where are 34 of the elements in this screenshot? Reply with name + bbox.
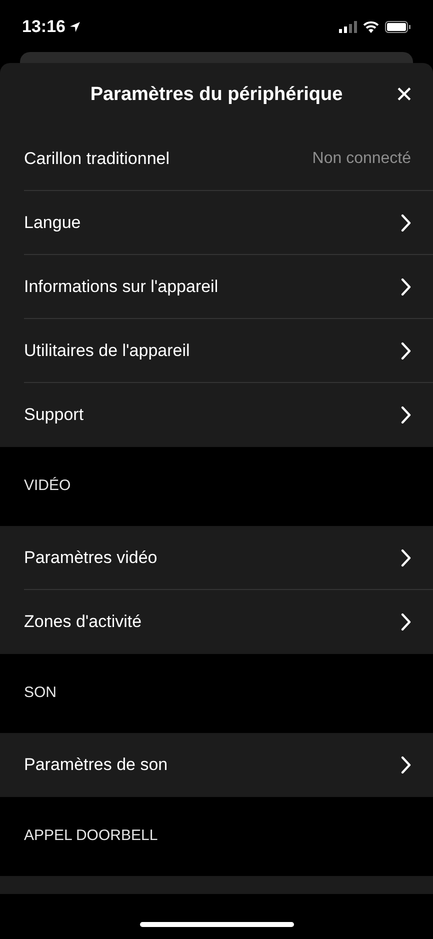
signal-icon: [339, 21, 357, 33]
close-button[interactable]: ✕: [395, 79, 413, 111]
row-label: Carillon traditionnel: [24, 148, 170, 170]
list-row[interactable]: Paramètres vidéo: [0, 526, 433, 590]
location-arrow-icon: [69, 21, 82, 33]
section-header: APPEL DOORBELL: [24, 826, 158, 846]
chevron-right-icon: [401, 613, 411, 631]
section-header: SON: [24, 683, 57, 704]
list-row[interactable]: Paramètres de son: [0, 733, 433, 797]
list-row[interactable]: Langue: [0, 191, 433, 255]
row-label: Zones d'activité: [24, 611, 142, 634]
row-label: Paramètres vidéo: [24, 546, 158, 569]
list-row[interactable]: Informations sur l'appareil: [0, 255, 433, 319]
battery-icon: [385, 21, 411, 33]
wifi-icon: [363, 21, 379, 33]
chevron-right-icon: [401, 214, 411, 232]
row-label: Informations sur l'appareil: [24, 276, 218, 298]
status-time: 13:16: [22, 16, 66, 38]
row-label: Utilitaires de l'appareil: [24, 340, 190, 362]
chevron-right-icon: [401, 342, 411, 360]
list-row[interactable]: Utilitaires de l'appareil: [0, 319, 433, 383]
sheet-title: Paramètres du périphérique: [90, 82, 343, 107]
row-label: Support: [24, 404, 84, 426]
row-label: Langue: [24, 212, 81, 234]
chevron-right-icon: [401, 548, 411, 566]
list-row[interactable]: Carillon traditionnel Non connecté: [0, 127, 433, 191]
section-header: VIDÉO: [24, 476, 71, 496]
chevron-right-icon: [401, 278, 411, 296]
list-row[interactable]: Support: [0, 383, 433, 447]
chevron-right-icon: [401, 406, 411, 424]
row-label: Paramètres de son: [24, 754, 168, 776]
list-row[interactable]: Zones d'activité: [0, 590, 433, 654]
chevron-right-icon: [401, 756, 411, 774]
row-value: Non connecté: [312, 148, 411, 168]
